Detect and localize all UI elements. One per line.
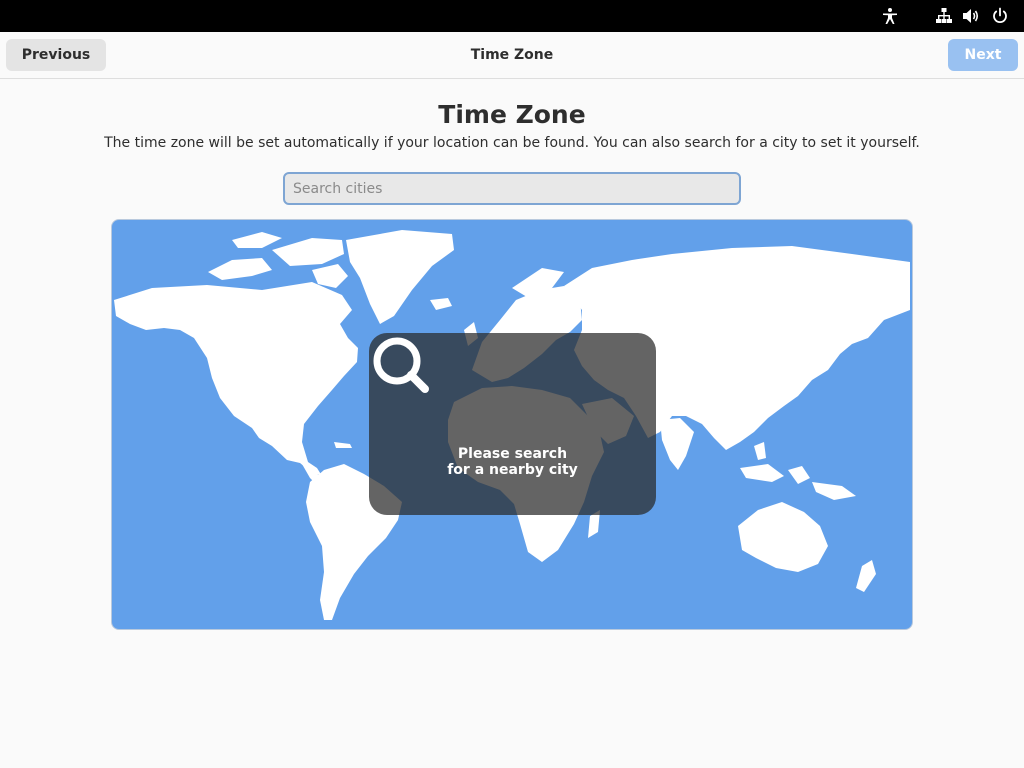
world-map[interactable]: Please search for a nearby city	[111, 219, 913, 630]
page-description: The time zone will be set automatically …	[104, 135, 920, 151]
next-button[interactable]: Next	[948, 39, 1018, 71]
search-icon	[373, 337, 429, 393]
search-cities-input[interactable]	[283, 172, 741, 205]
header-title: Time Zone	[470, 47, 554, 63]
search-hint-overlay: Please search for a nearby city	[369, 333, 656, 515]
previous-button[interactable]: Previous	[6, 39, 106, 71]
power-icon[interactable]	[991, 7, 1009, 25]
search-hint-text: Please search for a nearby city	[369, 446, 656, 478]
page-title: Time Zone	[438, 100, 586, 129]
header-bar: Time Zone Previous Next	[0, 32, 1024, 79]
volume-icon[interactable]	[962, 7, 980, 25]
search-hint-line-2: for a nearby city	[447, 462, 578, 478]
network-icon[interactable]	[935, 7, 953, 25]
search-hint-line-1: Please search	[457, 446, 568, 462]
accessibility-icon[interactable]	[881, 7, 899, 25]
system-top-bar	[0, 0, 1024, 32]
